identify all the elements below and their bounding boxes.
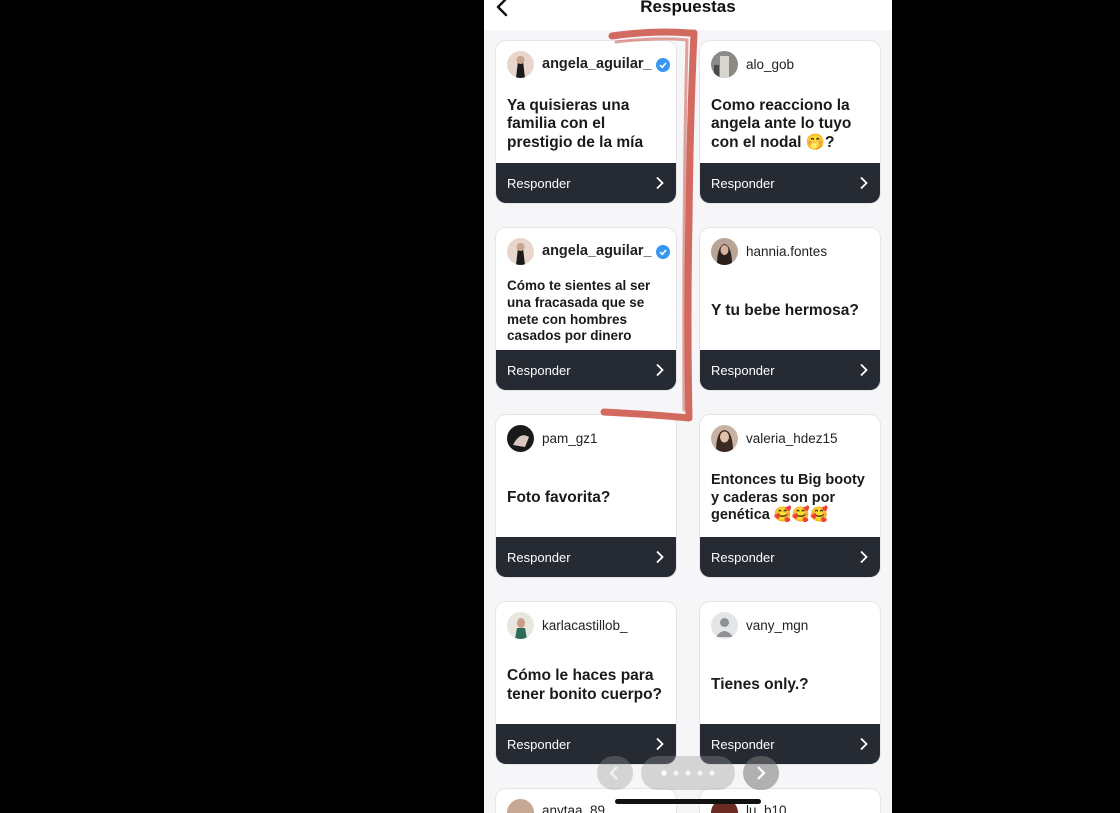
header: Respuestas	[484, 0, 892, 30]
username[interactable]: lu_b10	[746, 803, 787, 813]
avatar[interactable]	[711, 238, 738, 265]
avatar[interactable]	[711, 425, 738, 452]
reply-label: Responder	[711, 550, 775, 565]
verified-badge-icon	[656, 58, 670, 72]
reply-label: Responder	[507, 363, 571, 378]
chevron-left-icon	[609, 766, 618, 780]
reply-label: Responder	[507, 737, 571, 752]
username[interactable]: angela_aguilar_	[542, 56, 652, 72]
avatar[interactable]	[711, 612, 738, 639]
question-card: angela_aguilar_ Cómo te sientes al ser u…	[495, 227, 677, 391]
question-card: karlacastillob_ Cómo le haces para tener…	[495, 601, 677, 765]
username[interactable]: pam_gz1	[542, 431, 598, 446]
chevron-right-icon	[757, 766, 766, 780]
avatar[interactable]	[507, 799, 534, 813]
verified-badge-icon	[656, 245, 670, 259]
avatar[interactable]	[711, 51, 738, 78]
question-text: Foto favorita?	[507, 489, 611, 507]
chevron-right-icon	[656, 363, 664, 377]
pagination-dots-icon	[661, 770, 715, 776]
reply-label: Responder	[711, 363, 775, 378]
previous-button[interactable]	[597, 756, 633, 790]
question-card: valeria_hdez15 Entonces tu Big booty y c…	[699, 414, 881, 578]
question-card: hannia.fontes Y tu bebe hermosa? Respond…	[699, 227, 881, 391]
question-card: angela_aguilar_ Ya quisieras una familia…	[495, 40, 677, 204]
question-text: Entonces tu Big booty y caderas son por …	[711, 472, 865, 524]
username[interactable]: alo_gob	[746, 57, 794, 72]
reply-button[interactable]: Responder	[700, 350, 880, 390]
question-card: pam_gz1 Foto favorita? Responder	[495, 414, 677, 578]
reply-label: Responder	[711, 737, 775, 752]
avatar[interactable]	[507, 612, 534, 639]
question-text: Y tu bebe hermosa?	[711, 302, 859, 320]
chevron-right-icon	[860, 550, 868, 564]
page-indicator	[641, 756, 735, 790]
username[interactable]: angela_aguilar_	[542, 243, 652, 259]
question-card: alo_gob Como reacciono la angela ante lo…	[699, 40, 881, 204]
question-text: Tienes only.?	[711, 676, 809, 694]
next-button[interactable]	[743, 756, 779, 790]
question-card: vany_mgn Tienes only.? Responder	[699, 601, 881, 765]
chevron-right-icon	[860, 737, 868, 751]
chevron-right-icon	[860, 176, 868, 190]
username[interactable]: vany_mgn	[746, 618, 808, 633]
chevron-right-icon	[656, 737, 664, 751]
reply-label: Responder	[507, 550, 571, 565]
username[interactable]: valeria_hdez15	[746, 431, 838, 446]
reply-label: Responder	[711, 176, 775, 191]
avatar[interactable]	[507, 425, 534, 452]
username[interactable]: karlacastillob_	[542, 618, 628, 633]
reply-button[interactable]: Responder	[700, 537, 880, 577]
page-title: Respuestas	[640, 0, 736, 16]
question-text: Cómo te sientes al ser una fracasada que…	[507, 277, 651, 344]
chevron-right-icon	[656, 550, 664, 564]
reply-button[interactable]: Responder	[496, 537, 676, 577]
username[interactable]: anytaa_89	[542, 803, 605, 813]
question-text: Como reacciono la angela ante lo tuyo co…	[711, 96, 852, 151]
chevron-right-icon	[656, 176, 664, 190]
home-indicator	[615, 799, 761, 804]
reply-label: Responder	[507, 176, 571, 191]
avatar[interactable]	[507, 238, 534, 265]
avatar[interactable]	[507, 51, 534, 78]
reply-button[interactable]: Responder	[496, 163, 676, 203]
question-text: Cómo le haces para tener bonito cuerpo?	[507, 667, 662, 703]
reply-button[interactable]: Responder	[496, 350, 676, 390]
phone-screen: Respuestas angela_aguilar_ Ya quisieras …	[484, 0, 892, 813]
chevron-right-icon	[860, 363, 868, 377]
username[interactable]: hannia.fontes	[746, 244, 827, 259]
question-text: Ya quisieras una familia con el prestigi…	[507, 96, 644, 151]
reply-button[interactable]: Responder	[700, 163, 880, 203]
